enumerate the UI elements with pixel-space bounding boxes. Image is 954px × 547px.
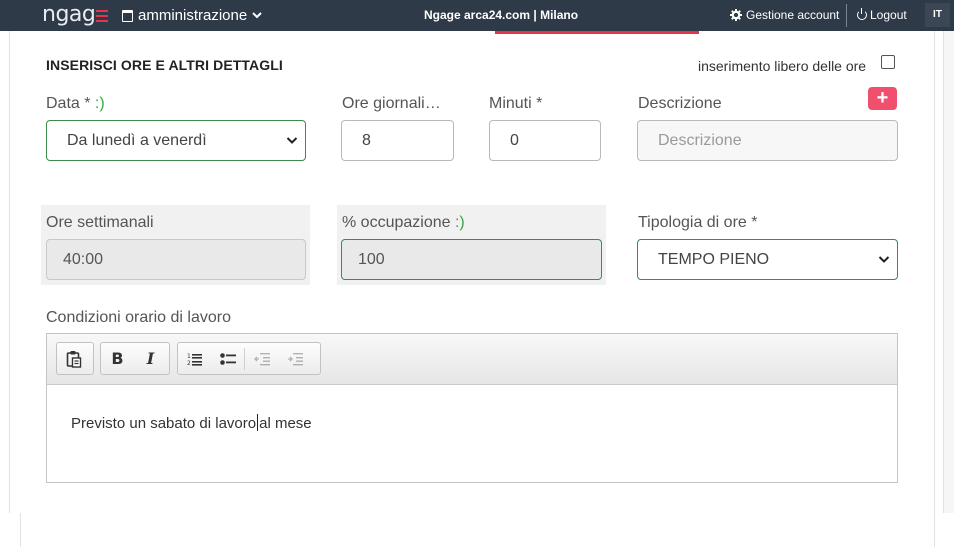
occupazione-help-smile[interactable]: :) xyxy=(455,214,465,231)
editor-content[interactable]: Previsto un sabato di lavoro al mese xyxy=(71,414,312,432)
tenant-title: Ngage arca24.com | Milano xyxy=(424,8,579,22)
minuti-input[interactable]: 0 xyxy=(489,120,601,161)
descrizione-label: Descrizione xyxy=(638,95,722,112)
top-navbar: ngag amministrazione Ngage arca24.com | … xyxy=(0,0,954,31)
list-indent-group: 12 xyxy=(177,342,321,375)
bold-button[interactable]: B xyxy=(101,343,134,374)
logout-button[interactable]: Logout xyxy=(857,8,907,22)
data-label: Data * :) xyxy=(46,95,105,113)
svg-text:1: 1 xyxy=(187,353,191,360)
tipologia-select[interactable]: TEMPO PIENO xyxy=(637,239,898,280)
panel-border-left xyxy=(9,31,10,513)
paste-icon xyxy=(66,350,81,368)
paste-button[interactable] xyxy=(57,343,90,374)
editor-text-before-caret: Previsto un sabato di lavoro xyxy=(71,415,257,432)
minuti-label: Minuti * xyxy=(489,95,543,112)
scrollbar-track[interactable] xyxy=(943,31,954,513)
ore-giornaliere-label: Ore giornali… xyxy=(342,95,441,112)
account-button[interactable]: Gestione account xyxy=(730,8,839,22)
editor-text-after-caret: al mese xyxy=(259,415,312,432)
italic-button[interactable]: I xyxy=(134,343,167,374)
logo-text: ngag xyxy=(42,2,96,27)
outdent-icon xyxy=(253,352,270,365)
navbar-divider xyxy=(846,4,847,27)
ordered-list-button[interactable]: 12 xyxy=(178,343,211,374)
outdent-button[interactable] xyxy=(245,343,278,374)
data-label-text: Data * xyxy=(46,95,91,112)
descrizione-input[interactable]: Descrizione xyxy=(637,120,898,161)
section-title: INSERISCI ORE E ALTRI DETTAGLI xyxy=(46,57,283,73)
condizioni-label: Condizioni orario di lavoro xyxy=(46,309,231,326)
occupazione-label: % occupazione :) xyxy=(342,214,465,232)
ore-giornaliere-input[interactable]: 8 xyxy=(341,120,454,161)
clipboard-group xyxy=(56,342,94,375)
data-select[interactable]: Da lunedì a venerdì xyxy=(46,120,306,161)
occupazione-label-text: % occupazione xyxy=(342,214,451,231)
editor-toolbar: B I 12 xyxy=(47,334,897,385)
module-selector[interactable]: amministrazione xyxy=(122,7,262,24)
free-hours-label: inserimento libero delle ore xyxy=(698,58,867,74)
app-logo[interactable]: ngag xyxy=(42,2,109,27)
logout-label: Logout xyxy=(870,8,907,22)
module-label: amministrazione xyxy=(138,7,248,24)
chevron-down-icon xyxy=(252,11,262,18)
tipologia-select-value: TEMPO PIENO xyxy=(658,251,770,268)
indent-icon xyxy=(287,352,303,365)
chevron-down-icon xyxy=(286,137,298,144)
chevron-down-icon xyxy=(878,256,890,263)
indent-button[interactable] xyxy=(278,343,311,374)
svg-text:2: 2 xyxy=(187,360,191,366)
account-label: Gestione account xyxy=(746,8,840,22)
occupazione-field: 100 xyxy=(341,239,602,280)
add-description-button[interactable]: + xyxy=(868,87,897,110)
power-icon xyxy=(857,8,867,20)
data-select-value: Da lunedì a venerdì xyxy=(67,132,207,149)
logo-e-mark-icon xyxy=(96,6,109,22)
tipologia-label: Tipologia di ore * xyxy=(638,214,758,231)
panel-border-right xyxy=(934,31,935,547)
bold-icon: B xyxy=(111,349,124,368)
format-group: B I xyxy=(100,342,170,375)
ordered-list-icon: 12 xyxy=(187,353,202,366)
italic-icon: I xyxy=(146,349,155,368)
text-caret xyxy=(257,414,259,431)
calendar-icon xyxy=(122,9,133,22)
panel-border-bottom-left xyxy=(20,513,21,547)
bullet-list-button[interactable] xyxy=(211,343,244,374)
active-tab-indicator xyxy=(495,31,699,34)
gear-icon xyxy=(730,9,742,21)
language-selector[interactable]: IT xyxy=(925,3,950,27)
data-help-smile[interactable]: :) xyxy=(95,95,105,112)
bullet-list-icon xyxy=(219,352,236,365)
free-hours-checkbox[interactable] xyxy=(881,55,895,69)
rich-text-editor[interactable]: B I 12 Previsto un sabato di lavoro al me… xyxy=(46,333,898,483)
ore-settimanali-field: 40:00 xyxy=(46,239,306,280)
ore-settimanali-label: Ore settimanali xyxy=(46,214,154,231)
